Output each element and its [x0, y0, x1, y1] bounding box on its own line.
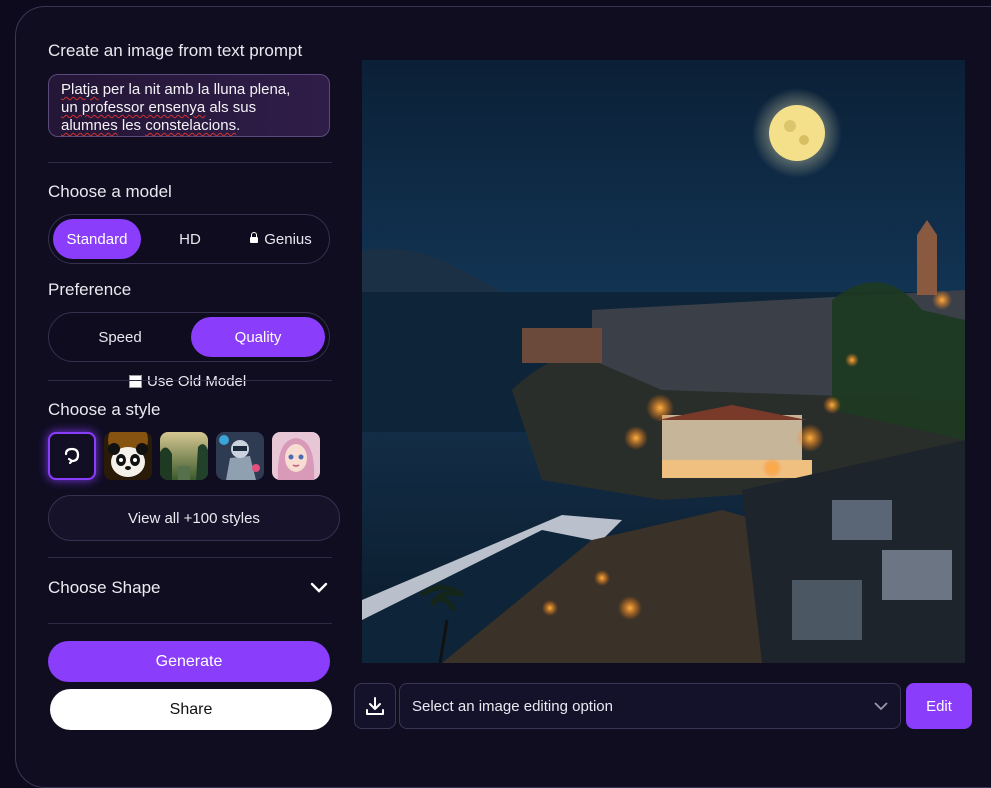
no-style-icon[interactable] — [48, 432, 96, 480]
prompt-heading: Create an image from text prompt — [48, 41, 303, 60]
model-option-genius[interactable]: Genius — [237, 219, 325, 259]
model-selector: Standard HD Genius — [48, 214, 330, 264]
chevron-down-icon — [874, 701, 888, 710]
jungle-style[interactable] — [160, 432, 208, 480]
preference-heading: Preference — [48, 280, 132, 299]
preference-selector: Speed Quality — [48, 312, 330, 362]
prompt-text-part: . — [236, 117, 241, 134]
old-model-label: Use Old Model — [147, 373, 247, 390]
style-heading: Choose a style — [48, 400, 161, 419]
old-model-checkbox[interactable] — [129, 375, 142, 388]
image-edit-select[interactable]: Select an image editing option — [399, 683, 901, 729]
prompt-text-part: Platja — [61, 81, 99, 98]
prompt-text-part: per la nit amb la lluna plena, — [98, 81, 291, 98]
chevron-down-icon — [310, 582, 328, 593]
panda-style[interactable] — [104, 432, 152, 480]
choose-shape-toggle[interactable]: Choose Shape — [48, 578, 328, 598]
model-heading: Choose a model — [48, 182, 172, 201]
preference-option-speed[interactable]: Speed — [53, 317, 187, 357]
style-thumbnails — [48, 432, 320, 480]
prompt-text-part: un professor ensenya — [61, 99, 206, 116]
model-option-standard[interactable]: Standard — [53, 219, 141, 259]
prompt-text-part: constelacions — [145, 117, 237, 134]
view-all-styles-button[interactable]: View all +100 styles — [48, 495, 340, 541]
generated-image — [362, 60, 965, 663]
model-option-hd[interactable]: HD — [145, 219, 235, 259]
divider — [48, 162, 332, 163]
divider — [48, 557, 332, 558]
old-model-toggle[interactable]: Use Old Model — [129, 373, 246, 390]
prompt-text-part: als sus — [205, 99, 257, 116]
share-button[interactable]: Share — [50, 689, 332, 730]
model-option-genius-label: Genius — [264, 230, 312, 248]
divider — [48, 380, 332, 381]
divider — [48, 623, 332, 624]
choose-shape-label: Choose Shape — [48, 578, 161, 597]
prompt-text-part: les — [117, 117, 146, 134]
download-button[interactable] — [354, 683, 396, 729]
image-edit-placeholder: Select an image editing option — [412, 697, 613, 715]
lock-icon — [250, 232, 259, 243]
generate-button[interactable]: Generate — [48, 641, 330, 682]
download-icon — [366, 697, 384, 715]
robot-style[interactable] — [216, 432, 264, 480]
prompt-textarea[interactable]: Platja per la nit amb la lluna plena, un… — [48, 74, 330, 137]
edit-button[interactable]: Edit — [906, 683, 972, 729]
anime-girl-style[interactable] — [272, 432, 320, 480]
prompt-text-part: alumnes — [61, 117, 118, 134]
preference-option-quality[interactable]: Quality — [191, 317, 325, 357]
